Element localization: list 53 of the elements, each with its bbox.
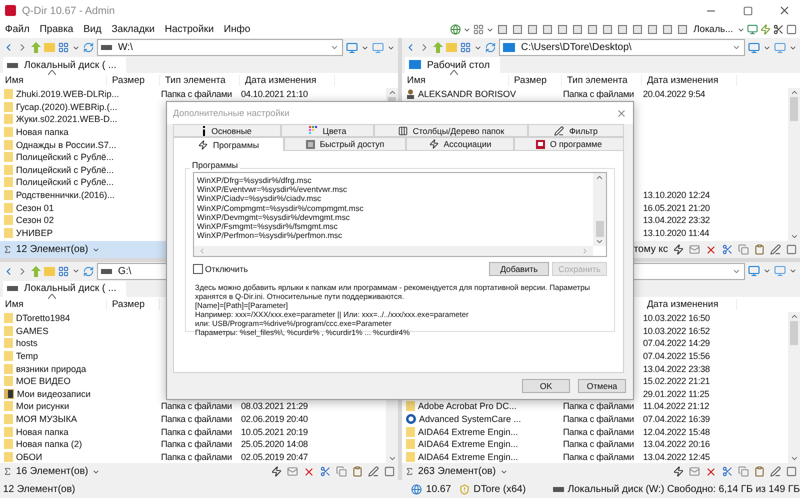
program-entry: WinXP/Fsmgmt=%sysdir%/fsmgmt.msc [197, 222, 339, 232]
program-entry: WinXP/Devmgmt=%sysdir%/devmgmt.msc [197, 212, 350, 222]
file-date: 13.04.2022 23:38 [642, 362, 710, 375]
file-date: 25.05.2020 14:08 [240, 438, 308, 450]
file-date: 08.03.2021 21:29 [240, 400, 308, 412]
file-type: Папка с файлами [562, 400, 634, 412]
file-type: Папка с файлами [160, 412, 232, 425]
file-type: Папка с файлами [160, 426, 232, 438]
file-date: 13.04.2022 23:32 [642, 214, 710, 226]
file-date: 07.04.2022 15:56 [642, 350, 710, 362]
address-text: C:\Users\DTore\Desktop\ [521, 42, 632, 53]
file-date: 16.05.2021 21:20 [642, 202, 710, 214]
file-date: 04.10.2021 21:10 [240, 88, 308, 100]
file-type: Папка с файлами [562, 412, 634, 425]
file-type: Папка с файлами [160, 400, 232, 412]
file-date: 29.01.2022 11:25 [642, 388, 710, 400]
dialog-title: Дополнительные настройки [173, 108, 290, 118]
program-entry: WinXP/Eventvwr=%sysdir%/eventvwr.msc [197, 185, 348, 194]
status-count: 12 Элемент(ов) [3, 484, 76, 494]
file-type: Папка с файлами [562, 88, 634, 100]
file-date: 12.04.2022 15:48 [642, 426, 710, 438]
file-type: Папка с файлами [562, 426, 634, 438]
file-date: 10.03.2022 16:50 [642, 312, 710, 324]
file-date: 10.03.2022 16:52 [642, 324, 710, 337]
file-date: 20.04.2022 9:54 [642, 88, 706, 100]
program-entry: WinXP/Ciadv=%sysdir%/ciadv.msc [197, 194, 322, 204]
program-entry: WinXP/Dfrg=%sysdir%/dfrg.msc [197, 176, 312, 186]
file-type: Папка с файлами [160, 438, 232, 450]
file-date: 13.04.2022 20:16 [642, 438, 710, 450]
file-date: 10.05.2021 20:19 [240, 426, 308, 438]
file-date: 07.04.2022 16:39 [642, 412, 710, 425]
user-text: DTore (x64) [474, 484, 526, 494]
file-date: 15.02.2022 21:21 [642, 375, 710, 388]
info-text: тому кс [634, 244, 668, 255]
file-date: 07.04.2022 14:29 [642, 337, 710, 350]
program-entry: WinXP/Compmgmt=%sysdir%/compmgmt.msc [197, 204, 364, 213]
window-title: Q-Dir 10.67 - Admin [22, 4, 116, 16]
file-date: 11.04.2022 21:12 [642, 400, 710, 412]
group-label: Программы [190, 160, 240, 170]
address-text: W:\ [118, 42, 133, 53]
file-type: Папка с файлами [160, 88, 232, 100]
address-text: G:\ [118, 266, 132, 277]
file-type: Папка с файлами [160, 450, 232, 463]
file-date: 13.10.2020 12:24 [642, 189, 710, 202]
file-date: 13.10.2020 11:44 [642, 226, 710, 239]
program-entry: WinXP/Perfmon=%sysdir%/perfmon.msc [197, 231, 344, 240]
file-type: Папка с файлами [562, 450, 634, 463]
version-text: 10.67 [426, 484, 452, 494]
file-date: 02.05.2019 20:47 [240, 450, 308, 463]
file-date: 13.04.2022 12:45 [642, 450, 710, 463]
drive-info: Локальный диск (W:) Свободно: 6,14 ГБ из 149 ГБ [568, 484, 800, 494]
file-type: Папка с файлами [562, 438, 634, 450]
file-date: 02.06.2019 20:40 [240, 412, 308, 425]
